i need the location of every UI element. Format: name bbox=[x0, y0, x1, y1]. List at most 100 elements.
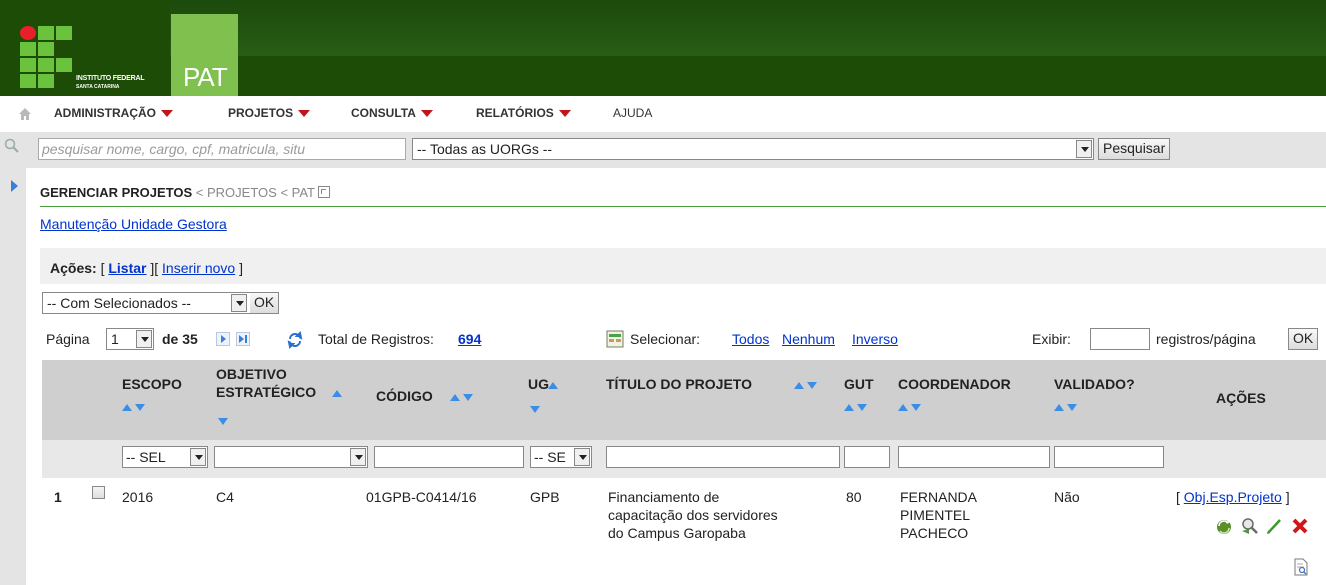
manutencao-unidade-gestora-link[interactable]: Manutenção Unidade Gestora bbox=[40, 216, 227, 232]
last-page-icon[interactable] bbox=[236, 332, 250, 346]
col-gut[interactable]: GUT bbox=[844, 376, 874, 392]
menu-ajuda[interactable]: AJUDA bbox=[613, 106, 652, 120]
filter-codigo-input[interactable] bbox=[374, 446, 524, 468]
menu-projetos[interactable]: PROJETOS bbox=[228, 106, 311, 120]
sort-asc-icon[interactable] bbox=[122, 404, 132, 411]
sort-coordenador[interactable] bbox=[898, 402, 926, 412]
cell-coordenador-line: PIMENTEL bbox=[900, 507, 971, 523]
app-logo-pat[interactable]: PAT bbox=[171, 14, 238, 96]
sort-desc-icon[interactable] bbox=[807, 382, 817, 389]
sort-asc-icon[interactable] bbox=[548, 382, 558, 389]
search-input[interactable] bbox=[38, 138, 406, 160]
sort-objetivo-asc[interactable] bbox=[332, 388, 360, 398]
filter-escopo-select[interactable]: -- SEL bbox=[122, 446, 208, 468]
filter-ug-select[interactable]: -- SE bbox=[530, 446, 592, 468]
logo-square bbox=[20, 42, 36, 56]
total-registros-link[interactable]: 694 bbox=[458, 331, 481, 347]
menu-consulta[interactable]: CONSULTA bbox=[351, 106, 433, 120]
transfer-icon[interactable] bbox=[1214, 516, 1234, 536]
records-per-page-ok-button[interactable]: OK bbox=[1288, 328, 1319, 350]
sort-asc-icon[interactable] bbox=[844, 404, 854, 411]
filter-objetivo-select[interactable] bbox=[214, 446, 368, 468]
logo-red-dot bbox=[20, 26, 36, 40]
expand-sidebar-icon[interactable] bbox=[11, 180, 18, 192]
sort-escopo[interactable] bbox=[122, 402, 150, 412]
logo-square bbox=[38, 58, 54, 72]
menu-relatorios[interactable]: RELATÓRIOS bbox=[476, 106, 571, 120]
refresh-icon[interactable] bbox=[286, 331, 304, 349]
sort-gut[interactable] bbox=[844, 402, 872, 412]
sort-titulo[interactable] bbox=[794, 380, 822, 390]
dropdown-arrow-icon bbox=[558, 110, 571, 118]
actions-line: Ações: [ Listar ][ Inserir novo ] bbox=[50, 260, 243, 276]
bulk-action-select[interactable]: -- Com Selecionados -- bbox=[42, 292, 272, 314]
ifsc-logo[interactable]: INSTITUTO FEDERAL SANTA CATARINA bbox=[0, 0, 170, 96]
listar-link[interactable]: Listar bbox=[108, 260, 146, 276]
inserir-novo-link[interactable]: Inserir novo bbox=[162, 260, 235, 276]
bulk-ok-button[interactable]: OK bbox=[250, 292, 280, 314]
select-inverse-link[interactable]: Inverso bbox=[852, 331, 898, 347]
records-per-page-input[interactable] bbox=[1090, 328, 1150, 350]
col-acoes: AÇÕES bbox=[1216, 390, 1266, 406]
chevron-down-icon[interactable] bbox=[190, 448, 206, 466]
cell-acoes-link-wrap: [ Obj.Esp.Projeto ] bbox=[1176, 488, 1290, 506]
col-codigo[interactable]: CÓDIGO bbox=[376, 388, 433, 404]
sort-desc-icon[interactable] bbox=[530, 406, 540, 413]
cell-objetivo: C4 bbox=[216, 489, 234, 505]
chevron-down-icon[interactable] bbox=[574, 448, 590, 466]
page-select[interactable]: 1 bbox=[106, 328, 154, 350]
search-user-icon[interactable] bbox=[1240, 516, 1260, 536]
col-coordenador[interactable]: COORDENADOR bbox=[898, 376, 1011, 392]
view-document-icon[interactable] bbox=[1292, 558, 1310, 576]
sort-asc-icon[interactable] bbox=[1054, 404, 1064, 411]
next-page-icon[interactable] bbox=[216, 332, 230, 346]
sort-ug-asc[interactable] bbox=[548, 380, 576, 390]
home-icon[interactable] bbox=[18, 107, 32, 121]
registros-pagina-label: registros/página bbox=[1156, 331, 1256, 347]
menu-administracao[interactable]: ADMINISTRAÇÃO bbox=[54, 106, 173, 120]
filter-validado-input[interactable] bbox=[1054, 446, 1164, 468]
page-count: de 35 bbox=[162, 331, 198, 347]
col-objetivo-line1[interactable]: OBJETIVO bbox=[216, 366, 287, 382]
chevron-down-icon[interactable] bbox=[350, 448, 366, 466]
filter-titulo-input[interactable] bbox=[606, 446, 840, 468]
col-titulo[interactable]: TÍTULO DO PROJETO bbox=[606, 376, 752, 392]
breadcrumb: GERENCIAR PROJETOS < PROJETOS < PAT bbox=[40, 185, 1326, 207]
filter-coordenador-input[interactable] bbox=[898, 446, 1050, 468]
uorg-select[interactable]: -- Todas as UORGs -- bbox=[412, 138, 1094, 160]
popout-icon[interactable] bbox=[318, 186, 331, 198]
sort-asc-icon[interactable] bbox=[898, 404, 908, 411]
sort-desc-icon[interactable] bbox=[857, 404, 867, 411]
sort-codigo[interactable] bbox=[450, 392, 478, 402]
exibir-label: Exibir: bbox=[1032, 331, 1071, 347]
select-none-link[interactable]: Nenhum bbox=[782, 331, 835, 347]
sort-asc-icon[interactable] bbox=[450, 394, 460, 401]
chevron-down-icon[interactable] bbox=[1076, 140, 1092, 158]
select-all-link[interactable]: Todos bbox=[732, 331, 769, 347]
sort-desc-icon[interactable] bbox=[463, 394, 473, 401]
sort-desc-icon[interactable] bbox=[135, 404, 145, 411]
edit-icon[interactable] bbox=[1264, 516, 1284, 536]
chevron-down-icon[interactable] bbox=[136, 330, 152, 348]
sort-ug-desc[interactable] bbox=[530, 404, 558, 414]
sort-objetivo-desc[interactable] bbox=[218, 416, 246, 426]
sort-desc-icon[interactable] bbox=[911, 404, 921, 411]
sort-validado[interactable] bbox=[1054, 402, 1082, 412]
row-index: 1 bbox=[54, 489, 62, 505]
col-escopo[interactable]: ESCOPO bbox=[122, 376, 182, 392]
table-filter-row: -- SEL -- SE bbox=[42, 440, 1326, 478]
filter-gut-input[interactable] bbox=[844, 446, 890, 468]
sort-desc-icon[interactable] bbox=[1067, 404, 1077, 411]
obj-esp-projeto-link[interactable]: Obj.Esp.Projeto bbox=[1184, 489, 1282, 505]
logo-square bbox=[38, 74, 54, 88]
sort-asc-icon[interactable] bbox=[794, 382, 804, 389]
col-validado[interactable]: VALIDADO? bbox=[1054, 376, 1135, 392]
col-ug[interactable]: UG bbox=[528, 376, 549, 392]
sort-desc-icon[interactable] bbox=[218, 418, 228, 425]
sort-asc-icon[interactable] bbox=[332, 390, 342, 397]
col-objetivo-line2[interactable]: ESTRATÉGICO bbox=[216, 384, 316, 400]
chevron-down-icon[interactable] bbox=[231, 294, 247, 312]
row-checkbox[interactable] bbox=[92, 486, 105, 499]
search-button[interactable]: Pesquisar bbox=[1098, 138, 1171, 160]
delete-icon[interactable] bbox=[1290, 516, 1310, 536]
